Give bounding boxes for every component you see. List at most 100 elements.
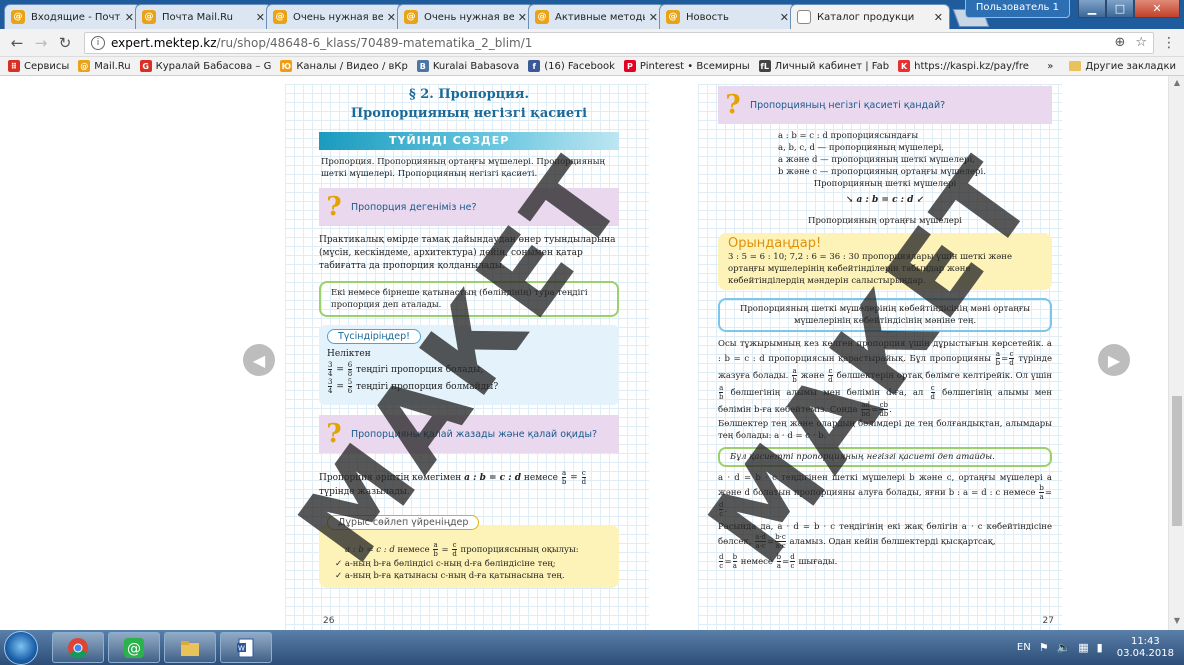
browser-tab[interactable]: Каталог продукци ✕	[790, 4, 950, 29]
speak-line-1: a : b = c : d немесе ab = cd пропорциясы…	[345, 541, 579, 558]
browser-menu-icon[interactable]: ⋮	[1160, 35, 1178, 51]
vertical-scrollbar[interactable]: ▲ ▼	[1168, 76, 1184, 630]
bookmark-label: Kuralai Babasova	[432, 60, 520, 72]
speak-box: Дұрыс сөйлеп үйреніңдер a : b = c : d не…	[319, 515, 619, 588]
close-tab-icon[interactable]: ✕	[649, 11, 658, 24]
bookmark-label: (16) Facebook	[544, 60, 615, 72]
bookmark-item[interactable]: fL Личный кабинет | Fab	[758, 60, 889, 72]
members-line-3: a және d — пропорцияның шеткі мүшелері,	[778, 155, 975, 165]
close-tab-icon[interactable]: ✕	[125, 11, 134, 24]
speak-or: немесе	[397, 545, 430, 555]
reload-button[interactable]: ↻	[54, 32, 76, 54]
network-icon[interactable]: ▦	[1078, 641, 1088, 654]
key-words-text: Пропорция. Пропорцияның ортаңғы мүшелері…	[321, 157, 605, 179]
bookmark-item[interactable]: Khttps://kaspi.kz/pay/fre	[898, 60, 1029, 72]
bookmark-item[interactable]: f (16) Facebook	[528, 60, 615, 72]
bookmark-item[interactable]: @ Mail.Ru	[78, 60, 131, 72]
taskbar-explorer[interactable]	[164, 632, 216, 663]
taskbar-chrome[interactable]	[52, 632, 104, 663]
volume-icon[interactable]: 🔈	[1057, 641, 1071, 654]
fraction: ab	[719, 384, 724, 401]
proportion-expr-text: a : b = c : d	[856, 195, 914, 205]
bookmark-favicon-icon: K	[898, 60, 911, 72]
browser-tab[interactable]: @ Очень нужная вещ ✕	[266, 4, 403, 29]
members-line-1: a : b = c : d пропорциясындағы	[778, 131, 919, 141]
rule-box-2: Бұл қасиетті пропорцияның негізгі қасиет…	[718, 447, 1052, 467]
proof-text-1: Осы тұжырымның кез келген пропорция үшін…	[718, 339, 1052, 364]
language-indicator[interactable]: EN	[1017, 642, 1031, 653]
chevron-right-icon: ▶	[1107, 350, 1121, 370]
other-bookmarks-button[interactable]: Другие закладки	[1085, 61, 1176, 72]
close-tab-icon[interactable]: ✕	[256, 11, 265, 24]
proof-text-5: бөлшегінің алымы мен бөлімін d-ға, ал	[730, 388, 924, 398]
folder-icon	[1069, 61, 1082, 71]
clock-date: 03.04.2018	[1116, 647, 1174, 659]
bookmark-star-icon[interactable]: ☆	[1135, 35, 1147, 50]
question-mark-icon: ?	[725, 90, 741, 120]
browser-tab[interactable]: @ Почта Mail.Ru ✕	[135, 4, 272, 29]
system-tray: EN ⚑ 🔈 ▦ ▮ 11:43 03.04.2018	[1017, 636, 1184, 660]
tab-list: @ Входящие - Почта ✕ @ Почта Mail.Ru ✕ @ Очень …	[4, 4, 950, 29]
bookmark-favicon-icon: ⠿	[8, 60, 20, 72]
tasks-header: Орындаңдар!	[728, 236, 822, 251]
browser-tab[interactable]: @ Очень нужная вещ ✕	[397, 4, 534, 29]
proportion-expression: ↘ a : b = c : d ↙	[718, 194, 1052, 207]
close-tab-icon[interactable]: ✕	[387, 11, 396, 24]
fraction: ba	[732, 553, 738, 570]
bookmark-favicon-icon: G	[139, 60, 152, 72]
bookmark-list: ⠿ Сервисы @ Mail.Ru G Куралай Бабасова – G Ю Ка…	[8, 60, 1038, 72]
fraction: ba	[1039, 484, 1044, 501]
explain-line-1: 34 = 68 теңдігі пропорция болады,	[328, 361, 484, 378]
prev-page-button[interactable]: ◀	[243, 344, 275, 376]
forward-button[interactable]: →	[30, 32, 52, 54]
maximize-button[interactable]: □	[1106, 0, 1134, 18]
tasks-text: 3 : 5 = 6 : 10; 7,2 : 6 = 36 : 30 пропор…	[728, 252, 1013, 286]
bookmark-favicon-icon: f	[528, 60, 541, 72]
outer-members-label: Пропорцияның шеткі мүшелері	[813, 179, 957, 189]
close-tab-icon[interactable]: ✕	[518, 11, 527, 24]
close-window-button[interactable]: ✕	[1134, 0, 1180, 18]
address-bar[interactable]: i expert.mektep.kz/ru/shop/48648-6_klass…	[84, 31, 1154, 54]
browser-tab[interactable]: @ Активные методы ✕	[528, 4, 665, 29]
proof-text-3: және	[800, 371, 825, 381]
user-profile-button[interactable]: Пользователь 1	[964, 0, 1070, 18]
scrollbar-thumb[interactable]	[1172, 396, 1182, 526]
browser-tab[interactable]: @ Новость ✕	[659, 4, 796, 29]
bookmark-item[interactable]: В Kuralai Babasova	[416, 60, 520, 72]
zoom-icon[interactable]: ⊕	[1114, 35, 1125, 50]
speak-expr: a : b = c : d	[345, 545, 395, 555]
taskbar-mail-agent[interactable]: @	[108, 632, 160, 663]
url-text[interactable]: expert.mektep.kz/ru/shop/48648-6_klass/7…	[111, 36, 1104, 50]
tab-title: Новость	[686, 11, 729, 23]
mail-ru-icon: @	[273, 10, 287, 24]
bookmark-item[interactable]: Ю Каналы / Видео / вКр	[280, 60, 408, 72]
minimize-button[interactable]: ▁	[1078, 0, 1106, 18]
mail-ru-icon: @	[666, 10, 680, 24]
tab-title: Входящие - Почта	[31, 11, 121, 23]
scroll-up-icon[interactable]: ▲	[1169, 78, 1184, 90]
fraction: ba	[776, 553, 782, 570]
close-tab-icon[interactable]: ✕	[780, 11, 789, 24]
start-button[interactable]	[4, 630, 38, 665]
site-info-icon[interactable]: i	[91, 35, 105, 50]
scroll-down-icon[interactable]: ▼	[1169, 616, 1184, 628]
taskbar-word[interactable]: W	[220, 632, 272, 663]
clock[interactable]: 11:43 03.04.2018	[1117, 636, 1174, 660]
bookmark-item[interactable]: G Куралай Бабасова – G	[139, 60, 271, 72]
bookmark-label: Mail.Ru	[94, 60, 131, 72]
next-page-button[interactable]: ▶	[1098, 344, 1130, 376]
bookmark-item[interactable]: ⠿ Сервисы	[8, 60, 69, 72]
chevron-left-icon: ◀	[252, 350, 266, 370]
mail-ru-icon: @	[404, 10, 418, 24]
section-title: § 2. Пропорция.	[408, 87, 530, 102]
signal-icon[interactable]: ▮	[1097, 641, 1103, 654]
arrow-left-icon: ←	[10, 33, 24, 52]
back-button[interactable]: ←	[6, 32, 28, 54]
question-mark-icon: ?	[326, 419, 342, 449]
windows-taskbar: @ W EN ⚑ 🔈 ▦ ▮ 11:43 03.04.2018	[0, 630, 1184, 665]
bookmarks-overflow-button[interactable]: »	[1047, 61, 1053, 72]
browser-tab[interactable]: @ Входящие - Почта ✕	[4, 4, 141, 29]
notification-icon[interactable]: ⚑	[1039, 641, 1049, 654]
bookmark-item[interactable]: P Pinterest • Всемирны	[623, 60, 750, 72]
close-tab-icon[interactable]: ✕	[934, 11, 943, 24]
